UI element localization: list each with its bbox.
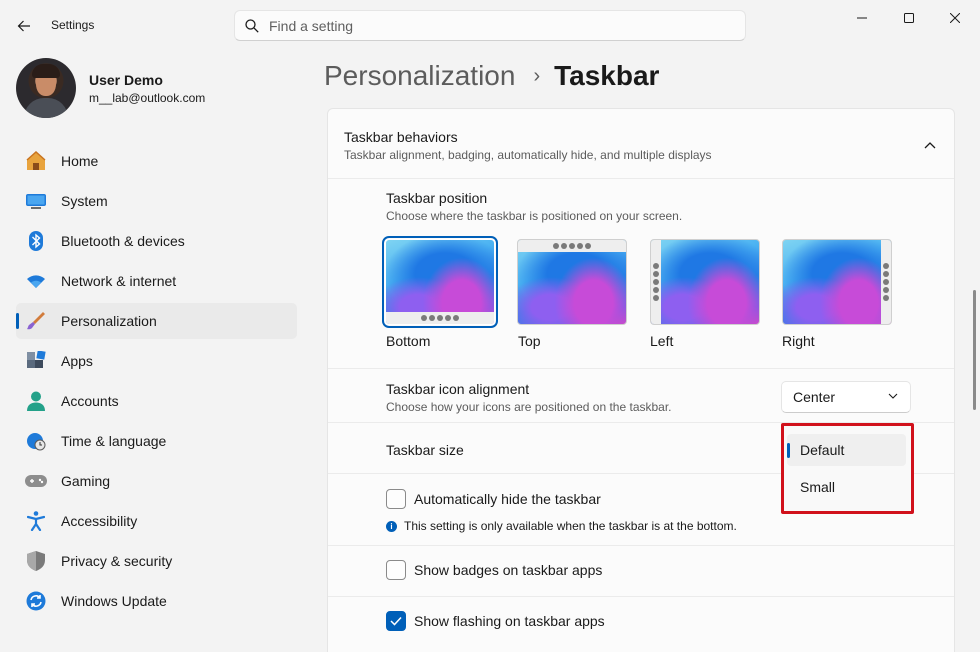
sidebar-nav: Home System Bluetooth & devices Network …: [16, 143, 297, 623]
sidebar-item-accessibility[interactable]: Accessibility: [16, 503, 297, 539]
badges-label: Show badges on taskbar apps: [414, 562, 603, 578]
sidebar-item-label: Gaming: [61, 473, 111, 489]
taskbar-behaviors-card: Taskbar behaviors Taskbar alignment, bad…: [327, 108, 955, 652]
divider: [328, 368, 954, 369]
wifi-icon: [25, 270, 47, 292]
autohide-note: i This setting is only available when th…: [386, 519, 737, 533]
checkmark-icon: [390, 616, 402, 626]
update-icon: [25, 590, 47, 612]
maximize-icon: [904, 13, 914, 23]
position-option-bottom[interactable]: [382, 236, 498, 328]
icon-alignment-value: Center: [793, 389, 836, 405]
sidebar-item-label: Windows Update: [61, 593, 167, 609]
sidebar-item-label: Network & internet: [61, 273, 177, 289]
sidebar-item-apps[interactable]: Apps: [16, 343, 297, 379]
home-icon: [25, 150, 47, 172]
position-label-left: Left: [650, 333, 674, 349]
size-option-default[interactable]: Default: [787, 434, 906, 466]
flashing-label: Show flashing on taskbar apps: [414, 613, 605, 629]
sidebar-item-time-language[interactable]: Time & language: [16, 423, 297, 459]
brush-icon: [25, 310, 47, 332]
chevron-down-icon: [888, 393, 898, 399]
position-option-top[interactable]: [517, 239, 627, 325]
icon-alignment-description: Choose how your icons are positioned on …: [386, 400, 672, 414]
section-title: Taskbar behaviors: [344, 129, 458, 145]
sidebar-item-label: Accounts: [61, 393, 119, 409]
chevron-up-icon[interactable]: [920, 135, 940, 155]
user-profile[interactable]: User Demo m__lab@outlook.com: [16, 57, 205, 119]
search-input[interactable]: [269, 17, 709, 34]
section-description: Taskbar alignment, badging, automaticall…: [344, 148, 712, 162]
autohide-checkbox[interactable]: [386, 489, 406, 509]
scrollbar[interactable]: [973, 290, 976, 410]
size-option-label: Small: [800, 479, 836, 495]
sidebar-item-label: Personalization: [61, 313, 157, 329]
autohide-label: Automatically hide the taskbar: [414, 491, 601, 507]
badges-checkbox[interactable]: [386, 560, 406, 580]
sidebar-item-label: Bluetooth & devices: [61, 233, 185, 249]
divider: [328, 596, 954, 597]
bluetooth-icon: [25, 230, 47, 252]
size-option-small[interactable]: Small: [787, 471, 906, 503]
person-icon: [25, 390, 47, 412]
sidebar-item-label: Accessibility: [61, 513, 138, 529]
sidebar-item-label: Apps: [61, 353, 93, 369]
position-option-left[interactable]: [650, 239, 760, 325]
size-option-label: Default: [800, 442, 845, 458]
profile-name: User Demo: [89, 71, 163, 88]
icon-alignment-dropdown[interactable]: Center: [781, 381, 911, 413]
sidebar-item-label: Time & language: [61, 433, 167, 449]
minimize-button[interactable]: [840, 6, 884, 30]
sidebar-item-privacy-security[interactable]: Privacy & security: [16, 543, 297, 579]
back-button[interactable]: [10, 12, 38, 40]
position-option-right[interactable]: [782, 239, 892, 325]
sidebar-item-network[interactable]: Network & internet: [16, 263, 297, 299]
app-title: Settings: [51, 18, 95, 32]
sidebar-item-personalization[interactable]: Personalization: [16, 303, 297, 339]
arrow-left-icon: [17, 20, 30, 32]
page-title: Taskbar: [554, 60, 660, 91]
sidebar-item-label: System: [61, 193, 108, 209]
position-label-top: Top: [518, 333, 541, 349]
autohide-note-text: This setting is only available when the …: [404, 519, 737, 533]
breadcrumb: Personalization › Taskbar: [324, 60, 659, 92]
accessibility-icon: [25, 510, 47, 532]
close-button[interactable]: [933, 6, 977, 30]
minimize-icon: [857, 17, 867, 19]
close-icon: [950, 13, 960, 23]
title-bar: Settings: [0, 0, 980, 50]
icon-alignment-title: Taskbar icon alignment: [386, 381, 530, 397]
position-label-bottom: Bottom: [386, 333, 431, 349]
sidebar-item-system[interactable]: System: [16, 183, 297, 219]
sidebar-item-home[interactable]: Home: [16, 143, 297, 179]
taskbar-behaviors-header[interactable]: Taskbar behaviors Taskbar alignment, bad…: [328, 109, 954, 179]
sidebar-item-gaming[interactable]: Gaming: [16, 463, 297, 499]
position-label-right: Right: [782, 333, 815, 349]
profile-email: m__lab@outlook.com: [89, 90, 206, 105]
breadcrumb-separator: ›: [533, 64, 541, 87]
taskbar-position-title: Taskbar position: [386, 190, 488, 206]
sidebar-item-windows-update[interactable]: Windows Update: [16, 583, 297, 619]
gamepad-icon: [25, 470, 47, 492]
flashing-checkbox[interactable]: [386, 611, 406, 631]
sidebar-item-label: Home: [61, 153, 99, 169]
apps-icon: [25, 350, 47, 372]
taskbar-position-description: Choose where the taskbar is positioned o…: [386, 209, 683, 223]
monitor-icon: [25, 190, 47, 212]
sidebar-item-accounts[interactable]: Accounts: [16, 383, 297, 419]
search-box[interactable]: [234, 10, 746, 41]
breadcrumb-parent[interactable]: Personalization: [324, 60, 515, 92]
avatar: [16, 58, 76, 118]
shield-icon: [25, 550, 47, 572]
divider: [328, 545, 954, 546]
search-icon: [245, 18, 259, 33]
taskbar-size-flyout: Default Small: [781, 423, 914, 514]
sidebar-item-label: Privacy & security: [61, 553, 173, 569]
clock-globe-icon: [25, 430, 47, 452]
taskbar-size-title: Taskbar size: [386, 442, 464, 458]
info-icon: i: [386, 520, 397, 532]
maximize-button[interactable]: [887, 6, 931, 30]
sidebar-item-bluetooth[interactable]: Bluetooth & devices: [16, 223, 297, 259]
